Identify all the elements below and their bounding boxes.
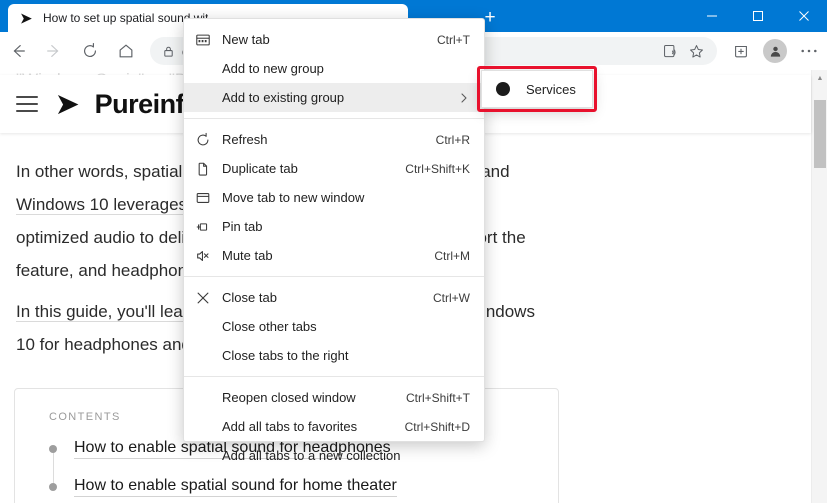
pureinfotech-mark-icon: ➤ bbox=[56, 88, 79, 119]
tab-context-menu: New tab Ctrl+T Add to new group Add to exis… bbox=[183, 18, 485, 463]
paragraph-1-right-fragment-1: l, and bbox=[468, 155, 648, 188]
menu-item-close-tabs-to-the-right[interactable]: Close tabs to the right bbox=[184, 341, 484, 370]
star-icon[interactable] bbox=[683, 43, 709, 60]
refresh-icon[interactable] bbox=[72, 35, 108, 67]
hamburger-menu-icon[interactable] bbox=[16, 96, 38, 112]
menu-item-mute-tab[interactable]: Mute tab Ctrl+M bbox=[184, 241, 484, 270]
p1-l3-a: optimized audio to deliv bbox=[16, 228, 194, 247]
menu-item-shortcut: Ctrl+Shift+D bbox=[404, 419, 470, 434]
menu-item-add-to-existing-group[interactable]: Add to existing group bbox=[184, 83, 484, 112]
submenu-item-services[interactable]: Services bbox=[526, 82, 576, 97]
menu-item-pin-tab[interactable]: Pin tab bbox=[184, 212, 484, 241]
close-x-icon bbox=[184, 290, 222, 306]
p2-l1-a: In this guide, you'll learn bbox=[16, 302, 198, 322]
menu-item-label: Move tab to new window bbox=[222, 190, 365, 205]
menu-item-close-other-tabs[interactable]: Close other tabs bbox=[184, 312, 484, 341]
home-icon[interactable] bbox=[108, 35, 144, 67]
refresh-icon bbox=[184, 132, 222, 148]
menu-item-label: Close tabs to the right bbox=[222, 348, 349, 363]
pureinfotech-logo-icon: ➤ bbox=[20, 10, 32, 26]
menu-item-label: Close other tabs bbox=[222, 319, 317, 334]
p2-l2: 10 for headphones and bbox=[16, 335, 191, 354]
menu-item-label: Refresh bbox=[222, 132, 268, 147]
menu-item-reopen-closed-window[interactable]: Reopen closed window Ctrl+Shift+T bbox=[184, 383, 484, 412]
window-icon bbox=[184, 190, 222, 206]
menu-item-shortcut: Ctrl+Shift+K bbox=[405, 161, 470, 176]
minimize-button[interactable] bbox=[689, 0, 735, 32]
menu-item-move-tab-to-new-window[interactable]: Move tab to new window bbox=[184, 183, 484, 212]
menu-item-label: Add to new group bbox=[222, 61, 324, 76]
menu-item-label: Add all tabs to a new collection bbox=[222, 448, 401, 463]
scrollbar-thumb[interactable] bbox=[814, 100, 826, 168]
scroll-up-arrow-icon[interactable]: ▲ bbox=[812, 70, 827, 86]
profile-avatar-icon[interactable] bbox=[763, 39, 787, 63]
menu-separator bbox=[184, 376, 484, 377]
lock-icon bbox=[158, 45, 178, 58]
menu-item-label: Add to existing group bbox=[222, 90, 345, 105]
menu-item-close-tab[interactable]: Close tab Ctrl+W bbox=[184, 283, 484, 312]
bullet-icon bbox=[49, 483, 57, 491]
new-tab-icon bbox=[184, 32, 222, 48]
browser-window: ➤ How to set up spatial sound wit + ➤ Pu… bbox=[0, 0, 827, 503]
menu-item-label: Pin tab bbox=[222, 219, 263, 234]
menu-item-shortcut: Ctrl+R bbox=[435, 132, 470, 147]
p1-l2: Windows 10 leverages t bbox=[16, 195, 197, 215]
window-controls bbox=[689, 0, 827, 32]
more-options-icon[interactable] bbox=[791, 35, 827, 67]
menu-item-label: Close tab bbox=[222, 290, 277, 305]
forward-arrow-icon[interactable] bbox=[36, 35, 72, 67]
menu-item-shortcut: Ctrl+T bbox=[437, 32, 470, 47]
paragraph-2-right-fragment: Windows bbox=[466, 295, 646, 328]
mute-icon bbox=[184, 248, 222, 264]
menu-item-duplicate-tab[interactable]: Duplicate tab Ctrl+Shift+K bbox=[184, 154, 484, 183]
p1-l4: feature, and headphone bbox=[16, 261, 197, 280]
close-button[interactable] bbox=[781, 0, 827, 32]
p1-l1-a: In other words, spatial s bbox=[16, 162, 196, 181]
paragraph-1-right-fragment-2: port the bbox=[468, 221, 648, 254]
services-submenu: Services bbox=[481, 70, 593, 108]
contents-link[interactable]: How to enable spatial sound for home the… bbox=[74, 477, 397, 497]
pin-icon bbox=[184, 219, 222, 235]
maximize-button[interactable] bbox=[735, 0, 781, 32]
read-aloud-icon[interactable] bbox=[657, 43, 683, 60]
menu-separator bbox=[184, 276, 484, 277]
menu-item-add-all-tabs-to-favorites[interactable]: Add all tabs to favorites Ctrl+Shift+D bbox=[184, 412, 484, 441]
back-arrow-icon[interactable] bbox=[0, 35, 36, 67]
menu-item-new-tab[interactable]: New tab Ctrl+T bbox=[184, 25, 484, 54]
menu-item-add-all-tabs-to-a-new-collection[interactable]: Add all tabs to a new collection bbox=[184, 441, 484, 470]
chevron-right-icon bbox=[458, 92, 470, 104]
collections-icon[interactable] bbox=[723, 35, 759, 67]
list-item[interactable]: How to enable spatial sound for home the… bbox=[49, 477, 558, 497]
group-color-dot-icon bbox=[496, 82, 510, 96]
menu-item-label: Duplicate tab bbox=[222, 161, 298, 176]
menu-item-label: Mute tab bbox=[222, 248, 273, 263]
menu-item-label: New tab bbox=[222, 32, 270, 47]
menu-item-refresh[interactable]: Refresh Ctrl+R bbox=[184, 125, 484, 154]
bullet-icon bbox=[49, 445, 57, 453]
menu-item-label: Reopen closed window bbox=[222, 390, 356, 405]
page-scrollbar[interactable]: ▲ bbox=[811, 70, 827, 503]
menu-item-add-to-new-group[interactable]: Add to new group bbox=[184, 54, 484, 83]
menu-item-label: Add all tabs to favorites bbox=[222, 419, 358, 434]
duplicate-icon bbox=[184, 161, 222, 177]
menu-separator bbox=[184, 118, 484, 119]
menu-item-shortcut: Ctrl+W bbox=[433, 290, 470, 305]
menu-item-shortcut: Ctrl+Shift+T bbox=[405, 390, 470, 405]
menu-item-shortcut: Ctrl+M bbox=[434, 248, 470, 263]
